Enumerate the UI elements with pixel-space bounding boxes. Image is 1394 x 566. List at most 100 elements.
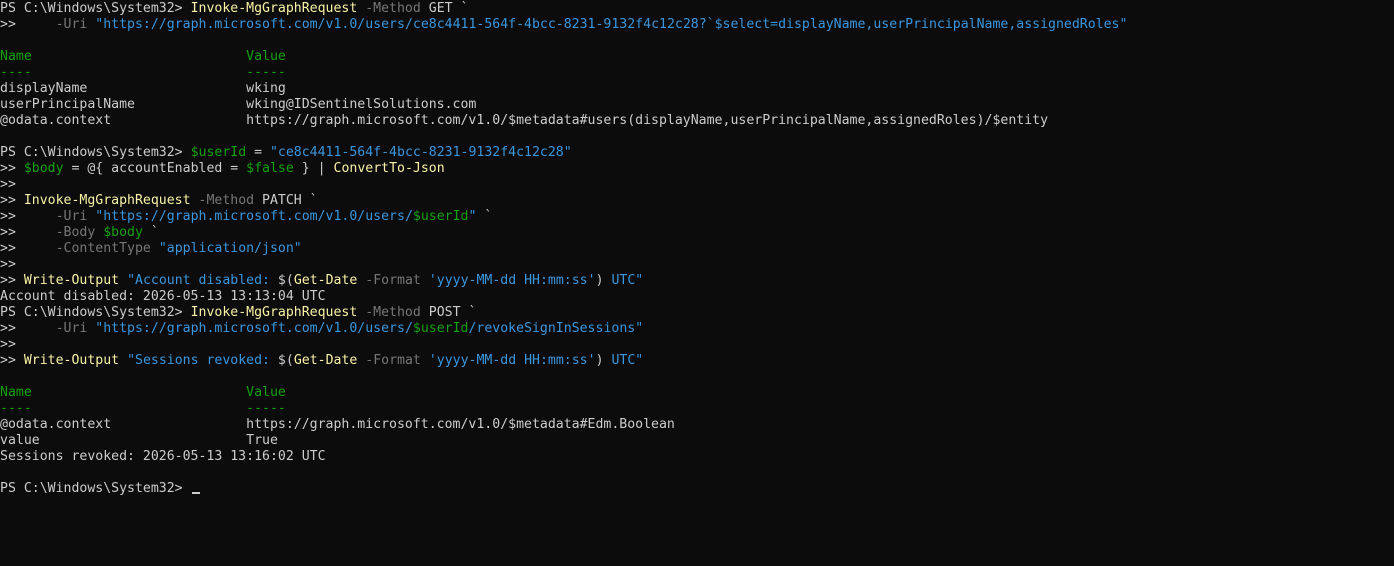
string-literal: UTC"	[603, 273, 644, 288]
parameter-name: -Method	[357, 1, 421, 16]
cmdlet-name: Invoke-MgGraphRequest	[23, 193, 191, 208]
string-literal: "ce8c4411-564f-4bcc-8231-9132f4c12c28"	[269, 145, 572, 160]
parameter-name: -Uri	[55, 17, 88, 32]
terminal-line: >> $body = @{ accountEnabled = $false } …	[0, 161, 1375, 177]
continuation-prompt: >>	[0, 241, 56, 256]
terminal-line: PS C:\Windows\System32> Invoke-MgGraphRe…	[0, 1, 1375, 17]
shell-prompt: PS C:\Windows\System32>	[0, 145, 191, 160]
cmdlet-name: Invoke-MgGraphRequest	[190, 1, 358, 16]
string-literal: "https://graph.microsoft.com/v1.0/users/	[95, 321, 413, 336]
continuation-prompt: >>	[0, 225, 56, 240]
shell-prompt: PS C:\Windows\System32>	[0, 481, 191, 496]
continuation-prompt: >>	[0, 193, 24, 208]
operator-text: )	[595, 353, 604, 368]
string-literal: 'yyyy-MM-dd HH:mm:ss'	[428, 273, 596, 288]
operator-text: )	[595, 273, 604, 288]
output-text: @odata.context https://graph.microsoft.c…	[0, 113, 1049, 128]
cmdlet-name: ConvertTo-Json	[333, 161, 445, 176]
continuation-prompt: >>	[0, 337, 16, 352]
continuation-prompt: >>	[0, 161, 24, 176]
output-text: Sessions revoked: 2026-05-13 13:16:02 UT…	[0, 449, 326, 464]
operator-text: } |	[293, 161, 334, 176]
terminal-line: Account disabled: 2026-05-13 13:13:04 UT…	[0, 289, 1375, 305]
string-literal: "application/json"	[158, 241, 302, 256]
terminal-line: Name Value	[0, 49, 1375, 65]
variable-name: $body	[23, 161, 64, 176]
terminal-line: PS C:\Windows\System32> $userId = "ce8c4…	[0, 145, 1375, 161]
continuation-prompt: >>	[0, 273, 24, 288]
terminal-line: Name Value	[0, 385, 1375, 401]
output-text: @odata.context https://graph.microsoft.c…	[0, 417, 675, 432]
string-literal: "https://graph.microsoft.com/v1.0/users/…	[95, 17, 1128, 32]
powershell-terminal[interactable]: PS C:\Windows\System32> Invoke-MgGraphRe…	[0, 0, 1375, 566]
parameter-name: -Format	[357, 273, 421, 288]
output-text: `	[476, 209, 493, 224]
text-cursor	[191, 492, 200, 494]
operator-text: $(	[277, 353, 294, 368]
terminal-line: >>	[0, 257, 1375, 273]
variable-name: $userId	[412, 321, 469, 336]
parameter-name: -Uri	[55, 321, 88, 336]
terminal-line: >> Write-Output "Account disabled: $(Get…	[0, 273, 1375, 289]
shell-prompt: PS C:\Windows\System32>	[0, 1, 191, 16]
output-text: userPrincipalName wking@IDSentinelSoluti…	[0, 97, 477, 112]
shell-prompt: PS C:\Windows\System32>	[0, 305, 191, 320]
operator-text: $(	[277, 273, 294, 288]
terminal-line: >>	[0, 177, 1375, 193]
vertical-scrollbar[interactable]	[1375, 0, 1394, 565]
terminal-line: ---- -----	[0, 401, 1375, 417]
terminal-line: >> -Uri "https://graph.microsoft.com/v1.…	[0, 17, 1375, 33]
terminal-line: userPrincipalName wking@IDSentinelSoluti…	[0, 97, 1375, 113]
parameter-name: -Method	[190, 193, 255, 208]
parameter-name: -Uri	[55, 209, 88, 224]
cmdlet-name: Write-Output	[23, 273, 120, 288]
parameter-name: -Method	[357, 305, 421, 320]
output-text: value True	[0, 433, 278, 448]
terminal-line: @odata.context https://graph.microsoft.c…	[0, 417, 1375, 433]
variable-name: $false	[246, 161, 294, 176]
terminal-line: displayName wking	[0, 81, 1375, 97]
string-literal: "Account disabled:	[127, 273, 278, 288]
continuation-prompt: >>	[0, 353, 24, 368]
variable-name: $userId	[190, 145, 247, 160]
variable-name: $body	[103, 225, 143, 240]
string-literal: UTC"	[603, 353, 644, 368]
terminal-line: >>	[0, 337, 1375, 353]
terminal-line: value True	[0, 433, 1375, 449]
terminal-line: >> -ContentType "application/json"	[0, 241, 1375, 257]
variable-name: $userId	[412, 209, 469, 224]
table-header-text: Name Value	[0, 385, 286, 400]
cmdlet-name: Invoke-MgGraphRequest	[190, 305, 358, 320]
table-header-text: ---- -----	[0, 65, 286, 80]
operator-text: =	[246, 145, 270, 160]
continuation-prompt: >>	[0, 209, 56, 224]
continuation-prompt: >>	[0, 321, 56, 336]
output-text: `	[142, 225, 159, 240]
output-text: POST `	[420, 305, 477, 320]
string-literal: /revokeSignInSessions"	[468, 321, 644, 336]
cmdlet-name: Get-Date	[293, 273, 358, 288]
string-literal: 'yyyy-MM-dd HH:mm:ss'	[428, 353, 596, 368]
output-text: PATCH `	[254, 193, 318, 208]
parameter-name: -Format	[357, 353, 421, 368]
output-text: GET `	[420, 1, 469, 16]
output-text: displayName wking	[0, 81, 286, 96]
cmdlet-name: Get-Date	[293, 353, 358, 368]
table-header-text: ---- -----	[0, 401, 286, 416]
terminal-line: PS C:\Windows\System32> Invoke-MgGraphRe…	[0, 305, 1375, 321]
terminal-line: >> Invoke-MgGraphRequest -Method PATCH `	[0, 193, 1375, 209]
string-literal: "Sessions revoked:	[127, 353, 278, 368]
terminal-line: >> -Uri "https://graph.microsoft.com/v1.…	[0, 209, 1375, 225]
operator-text: = @{ accountEnabled =	[63, 161, 247, 176]
parameter-name: -Body	[55, 225, 96, 240]
continuation-prompt: >>	[0, 257, 16, 272]
terminal-line: >> Write-Output "Sessions revoked: $(Get…	[0, 353, 1375, 369]
